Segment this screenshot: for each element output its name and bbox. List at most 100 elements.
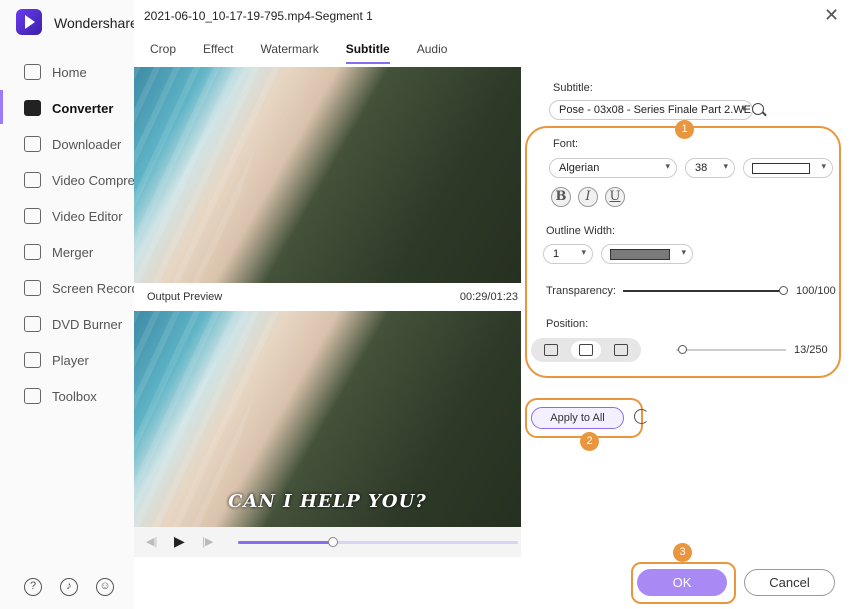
bottom-align-icon <box>544 344 558 356</box>
sidebar-item-label: DVD Burner <box>52 316 123 332</box>
position-value: 13/250 <box>794 344 828 356</box>
feedback-icon[interactable]: ☺ <box>96 578 114 596</box>
top-align-icon <box>614 344 628 356</box>
merge-icon <box>24 244 41 260</box>
tab-effect[interactable]: Effect <box>203 42 233 64</box>
chevron-down-icon: ▾ <box>581 247 586 257</box>
sidebar-footer: ? ♪ ☺ <box>24 578 114 596</box>
chevron-down-icon: ▾ <box>821 161 826 171</box>
sidebar-item-home[interactable]: Home <box>0 54 134 90</box>
sidebar-nav: Home Converter Downloader Video Compres … <box>0 54 134 414</box>
font-size-select[interactable]: 38 ▾ <box>685 158 735 178</box>
font-label: Font: <box>553 138 579 150</box>
sidebar: Wondershare U Home Converter Downloader … <box>0 0 152 609</box>
tab-watermark[interactable]: Watermark <box>260 42 318 64</box>
bold-button[interactable]: B <box>551 187 571 207</box>
sidebar-item-label: Video Compres <box>52 172 134 188</box>
dialog-title: 2021-06-10_10-17-19-795.mp4-Segment 1 <box>144 9 373 23</box>
subtitle-file-select[interactable]: Pose - 03x08 - Series Finale Part 2.WE ▾ <box>549 100 753 120</box>
sidebar-item-label: Player <box>52 352 89 368</box>
position-bottom-button[interactable] <box>536 341 566 359</box>
play-icon <box>24 352 41 368</box>
previous-frame-icon[interactable]: ◀| <box>146 535 157 548</box>
refresh-icon[interactable] <box>634 409 649 424</box>
middle-align-icon <box>579 344 593 356</box>
sidebar-item-label: Merger <box>52 244 94 260</box>
chevron-down-icon: ▾ <box>665 161 670 171</box>
font-color-swatch <box>752 163 810 174</box>
playback-progress-fill <box>238 541 334 544</box>
tab-crop[interactable]: Crop <box>150 42 176 64</box>
outline-color-swatch <box>610 249 670 260</box>
chevron-down-icon: ▾ <box>723 161 728 171</box>
play-icon[interactable]: ▶ <box>174 533 185 550</box>
sidebar-item-toolbox[interactable]: Toolbox <box>0 378 134 414</box>
next-frame-icon[interactable]: |▶ <box>202 535 213 548</box>
font-family-value: Algerian <box>559 162 600 174</box>
editor-tabs: Crop Effect Watermark Subtitle Audio <box>150 42 474 64</box>
outline-width-label: Outline Width: <box>546 225 616 237</box>
output-preview-label: Output Preview <box>147 291 223 303</box>
sidebar-item-label: Toolbox <box>52 388 97 404</box>
position-slider[interactable] <box>676 345 786 354</box>
transparency-value: 100/100 <box>796 285 836 297</box>
position-middle-button[interactable] <box>571 341 601 359</box>
help-icon[interactable]: ? <box>24 578 42 596</box>
cancel-button[interactable]: Cancel <box>744 569 835 596</box>
font-family-select[interactable]: Algerian ▾ <box>549 158 677 178</box>
playback-progress-track[interactable] <box>238 537 518 547</box>
screen-record-icon <box>24 280 41 296</box>
sidebar-item-video-editor[interactable]: Video Editor <box>0 198 134 234</box>
italic-button[interactable]: I <box>578 187 598 207</box>
underline-button[interactable]: U <box>605 187 625 207</box>
font-size-value: 38 <box>695 162 708 174</box>
tab-audio[interactable]: Audio <box>417 42 448 64</box>
outline-color-select[interactable]: ▾ <box>601 244 693 264</box>
position-label: Position: <box>546 318 589 330</box>
search-icon[interactable] <box>752 103 764 115</box>
position-slider-handle[interactable] <box>677 345 687 354</box>
grid-icon <box>24 388 41 404</box>
subtitle-label: Subtitle: <box>553 82 593 94</box>
sidebar-item-dvd-burner[interactable]: DVD Burner <box>0 306 134 342</box>
sidebar-item-downloader[interactable]: Downloader <box>0 126 134 162</box>
transparency-label: Transparency: <box>546 285 616 297</box>
sidebar-item-label: Screen Recorde <box>52 280 134 296</box>
original-video-frame <box>134 67 521 283</box>
playback-progress-handle[interactable] <box>328 537 339 547</box>
callout-badge-3: 3 <box>673 543 692 562</box>
playback-controls: ◀| ▶ |▶ <box>134 527 521 557</box>
sidebar-item-converter[interactable]: Converter <box>0 90 134 126</box>
sidebar-item-merger[interactable]: Merger <box>0 234 134 270</box>
close-icon[interactable]: ✕ <box>824 5 839 26</box>
bell-icon[interactable]: ♪ <box>60 578 78 596</box>
converter-icon <box>24 100 41 116</box>
preview-bar: Output Preview 00:29/01:23 <box>134 283 521 311</box>
scissors-icon <box>24 208 41 224</box>
transparency-slider-handle[interactable] <box>779 286 788 295</box>
callout-badge-2: 2 <box>580 432 599 451</box>
sidebar-item-video-compressor[interactable]: Video Compres <box>0 162 134 198</box>
position-top-button[interactable] <box>606 341 636 359</box>
subtitle-overlay-text: CAN I HELP YOU? <box>228 491 427 512</box>
sidebar-item-player[interactable]: Player <box>0 342 134 378</box>
sidebar-item-label: Home <box>52 64 87 80</box>
chevron-down-icon: ▾ <box>681 247 686 257</box>
position-preset-group <box>531 338 641 362</box>
apply-to-all-button[interactable]: Apply to All <box>531 407 624 429</box>
sidebar-item-label: Converter <box>52 100 114 116</box>
callout-badge-1: 1 <box>675 120 694 139</box>
tab-subtitle[interactable]: Subtitle <box>345 42 390 64</box>
transparency-slider[interactable] <box>623 286 788 295</box>
font-color-select[interactable]: ▾ <box>743 158 833 178</box>
outline-width-value: 1 <box>553 248 560 260</box>
download-icon <box>24 136 41 152</box>
home-icon <box>24 64 41 80</box>
subtitle-settings-panel: Subtitle: Pose - 03x08 - Series Finale P… <box>521 60 850 557</box>
playback-time: 00:29/01:23 <box>459 291 518 303</box>
sidebar-item-screen-recorder[interactable]: Screen Recorde <box>0 270 134 306</box>
dialog-footer: 3 OK Cancel <box>134 543 850 609</box>
sidebar-item-label: Video Editor <box>52 208 123 224</box>
ok-button[interactable]: OK <box>637 569 727 596</box>
outline-width-select[interactable]: 1 ▾ <box>543 244 593 264</box>
